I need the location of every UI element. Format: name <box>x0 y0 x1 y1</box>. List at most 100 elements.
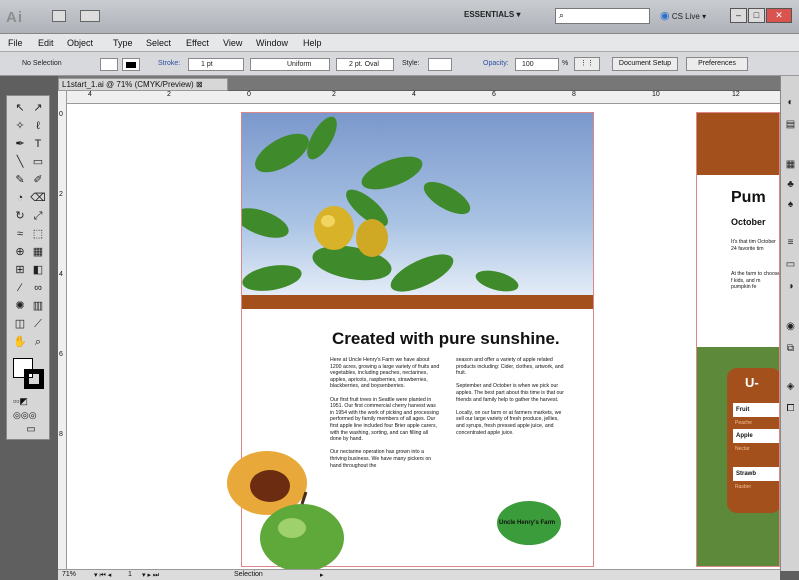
slice-tool-icon[interactable]: ⟋ <box>30 316 46 332</box>
artboard-tool-icon[interactable]: ◫ <box>12 316 28 332</box>
menu-object[interactable]: Object <box>67 38 93 48</box>
brushes-panel-icon[interactable]: ♣ <box>784 178 797 191</box>
paragraph: Our first fruit trees in Seattle were pl… <box>330 396 439 443</box>
blend-tool-icon[interactable]: ∞ <box>30 280 46 296</box>
menu-select[interactable]: Select <box>146 38 171 48</box>
shape-builder-tool-icon[interactable]: ⊕ <box>12 244 28 260</box>
perspective-grid-tool-icon[interactable]: ▦ <box>30 244 46 260</box>
document-setup-button[interactable]: Document Setup <box>612 57 678 71</box>
menu-type[interactable]: Type <box>113 38 133 48</box>
stroke-weight-field[interactable]: 1 pt <box>201 61 213 68</box>
paintbrush-tool-icon[interactable]: ✎ <box>12 172 28 188</box>
page2-header-band <box>697 113 779 175</box>
free-transform-tool-icon[interactable]: ⬚ <box>30 226 46 242</box>
graphic-styles-panel-icon[interactable]: ⧉ <box>784 342 797 355</box>
stroke-panel-icon[interactable]: ≡ <box>784 236 797 249</box>
status-tool[interactable]: Selection <box>234 571 263 578</box>
cs-live-button[interactable]: ◉ CS Live ▾ <box>660 9 706 22</box>
opacity-label[interactable]: Opacity: <box>483 60 509 67</box>
direct-selection-tool-icon[interactable]: ↗ <box>30 100 46 116</box>
preferences-button[interactable]: Preferences <box>686 57 748 71</box>
application-bar: Ai ESSENTIALS ▾ ⌕ ◉ CS Live ▾ – □ ✕ <box>0 0 799 34</box>
layers-panel-icon[interactable]: ◈ <box>784 380 797 393</box>
body-column-2: season and offer a variety of apple rela… <box>456 357 566 436</box>
drawing-mode-icons[interactable]: ◎◎◎ <box>13 410 47 420</box>
workspace-label: ESSENTIALS <box>464 10 515 19</box>
minimize-button[interactable]: – <box>730 8 747 23</box>
align-icon[interactable]: ⋮⋮ <box>574 57 600 71</box>
artboards-panel-icon[interactable]: ⧠ <box>784 402 797 415</box>
menu-help[interactable]: Help <box>303 38 322 48</box>
artboard-nav-icons[interactable]: ▾ ⏮ ◂ <box>94 571 111 580</box>
symbols-panel-icon[interactable]: ♠ <box>784 198 797 211</box>
pen-tool-icon[interactable]: ✒ <box>12 136 28 152</box>
stroke-profile-select[interactable]: Uniform <box>287 61 312 68</box>
symbol-sprayer-tool-icon[interactable]: ✺ <box>12 298 28 314</box>
brown-band <box>242 295 593 309</box>
workspace-switcher[interactable]: ESSENTIALS ▾ <box>464 10 520 19</box>
selection-tool-icon[interactable]: ↖ <box>12 100 28 116</box>
screen-mode-icon[interactable]: ▭ <box>19 424 43 436</box>
arrange-documents-icon[interactable] <box>80 10 100 22</box>
menu-edit[interactable]: Edit <box>38 38 54 48</box>
tools-panel: ↖ ↗ ✧ ℓ ✒ T ╲ ▭ ✎ ✐ ◔ ⌫ ↻ ⤢ ≈ ⬚ ⊕ ▦ ⊞ ◧ … <box>6 95 50 440</box>
pencil-tool-icon[interactable]: ✐ <box>30 172 46 188</box>
magic-wand-tool-icon[interactable]: ✧ <box>12 118 28 134</box>
line-tool-icon[interactable]: ╲ <box>12 154 28 170</box>
zoom-level[interactable]: 71% <box>62 571 76 578</box>
maximize-button[interactable]: □ <box>748 8 765 23</box>
close-tab-icon[interactable]: ⊠ <box>196 80 203 89</box>
warp-tool-icon[interactable]: ≈ <box>12 226 28 242</box>
ruler-tick-label: 6 <box>59 351 63 358</box>
gradient-tool-icon[interactable]: ◧ <box>30 262 46 278</box>
blob-brush-tool-icon[interactable]: ◔ <box>12 190 28 206</box>
price-note: Peache <box>735 420 752 426</box>
mesh-tool-icon[interactable]: ⊞ <box>12 262 28 278</box>
page2-paragraph: At the farm to choose f kids, and m pump… <box>731 271 780 291</box>
zoom-tool-icon[interactable]: ⌕ <box>30 334 46 350</box>
eyedropper-tool-icon[interactable]: ⁄ <box>12 280 28 296</box>
style-swatch[interactable] <box>428 58 452 71</box>
color-mode-icons[interactable]: ▫▫◩ <box>13 396 47 406</box>
color-guide-icon[interactable]: ▤ <box>784 118 797 131</box>
ruler-tick-label: 4 <box>59 271 63 278</box>
scale-tool-icon[interactable]: ⤢ <box>30 208 46 224</box>
menu-view[interactable]: View <box>223 38 242 48</box>
artboard-number[interactable]: 1 <box>128 571 132 578</box>
stroke-swatch[interactable] <box>122 58 140 71</box>
artboard-next-icons[interactable]: ▾ ▸ ⏭ <box>142 571 159 580</box>
fill-swatch[interactable] <box>100 58 118 71</box>
price-note: Rasber <box>735 484 752 490</box>
opacity-field[interactable]: 100 <box>522 61 534 68</box>
column-graph-tool-icon[interactable]: ▥ <box>30 298 46 314</box>
brush-select[interactable]: 2 pt. Oval <box>349 61 379 68</box>
swatches-panel-icon[interactable]: ▦ <box>784 158 797 171</box>
rotate-tool-icon[interactable]: ↻ <box>12 208 28 224</box>
stroke-label[interactable]: Stroke: <box>158 60 180 67</box>
peach-and-apple-artwork[interactable] <box>222 448 352 570</box>
color-panel-icon[interactable]: ◐ <box>784 96 797 109</box>
help-search-input[interactable]: ⌕ <box>555 8 650 24</box>
ruler-tick-label: 0 <box>247 91 251 98</box>
menu-file[interactable]: File <box>8 38 23 48</box>
status-menu-icon[interactable]: ▸ <box>320 571 324 579</box>
gradient-panel-icon[interactable]: ▭ <box>784 258 797 271</box>
rectangle-tool-icon[interactable]: ▭ <box>30 154 46 170</box>
document-tab[interactable]: L1start_1.ai @ 71% (CMYK/Preview) ⊠ <box>58 78 228 91</box>
menu-window[interactable]: Window <box>256 38 288 48</box>
eraser-tool-icon[interactable]: ⌫ <box>30 190 46 206</box>
ruler-tick-label: 12 <box>732 91 740 98</box>
hero-photo <box>242 113 593 295</box>
close-button[interactable]: ✕ <box>766 8 792 23</box>
menu-effect[interactable]: Effect <box>186 38 209 48</box>
lemon-tree-illustration <box>242 116 519 292</box>
artboard-2[interactable]: Pum October It's that tim October 24 fav… <box>696 112 780 567</box>
stroke-color-swatch[interactable] <box>24 369 44 389</box>
ruler-tick-label: 2 <box>332 91 336 98</box>
hand-tool-icon[interactable]: ✋ <box>12 334 28 350</box>
bridge-icon[interactable] <box>52 10 66 22</box>
lasso-tool-icon[interactable]: ℓ <box>30 118 46 134</box>
type-tool-icon[interactable]: T <box>30 136 46 152</box>
appearance-panel-icon[interactable]: ◉ <box>784 320 797 333</box>
transparency-panel-icon[interactable]: ◑ <box>784 280 797 293</box>
